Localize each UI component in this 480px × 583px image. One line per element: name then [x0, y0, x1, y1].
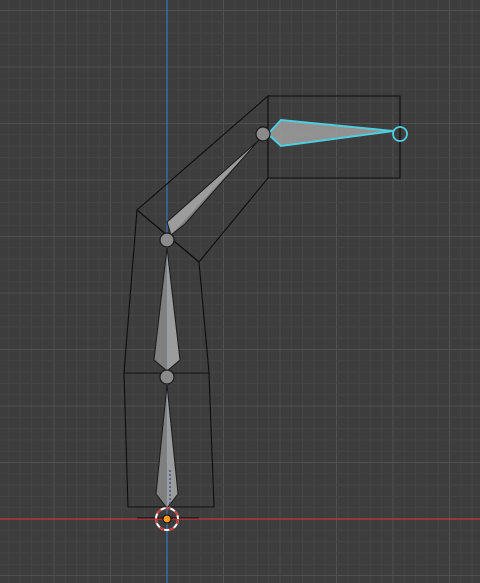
- bone-lower-leg[interactable]: [155, 384, 179, 509]
- origin-point-icon: [162, 514, 172, 524]
- joint-hip[interactable]: [159, 232, 175, 248]
- bone-diagonal[interactable]: [166, 139, 260, 236]
- viewport-canvas[interactable]: [0, 0, 480, 583]
- joint-knee[interactable]: [159, 369, 175, 385]
- joint-elbow[interactable]: [255, 126, 271, 142]
- bone-upper-leg[interactable]: [153, 247, 181, 372]
- 3d-viewport[interactable]: [0, 0, 480, 583]
- envelope-diagonal: [136, 94, 269, 263]
- viewport-grid: [0, 0, 480, 583]
